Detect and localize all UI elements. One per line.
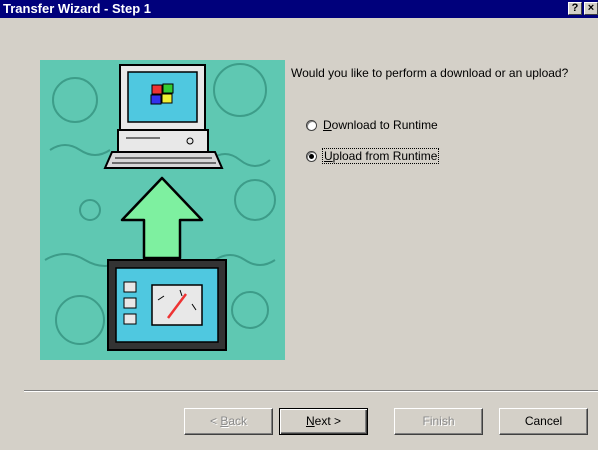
wizard-question: Would you like to perform a download or … [291, 66, 569, 80]
help-icon[interactable]: ? [568, 2, 582, 15]
option-download[interactable]: Download to Runtime [306, 117, 438, 133]
radio-upload[interactable] [306, 150, 317, 162]
cancel-button[interactable]: Cancel [499, 408, 588, 435]
illustration-graphic [44, 63, 276, 351]
back-button[interactable]: < Back [184, 408, 273, 435]
window-title: Transfer Wizard - Step 1 [3, 1, 151, 16]
upload-arrow-icon [120, 176, 204, 260]
wizard-illustration [40, 60, 285, 360]
option-upload[interactable]: Upload from Runtime [306, 148, 440, 164]
radio-download[interactable] [306, 119, 317, 131]
next-button[interactable]: Next > [279, 408, 368, 435]
button-separator [24, 390, 598, 392]
close-glyph: × [587, 2, 595, 14]
title-bar: Transfer Wizard - Step 1 ? × [0, 0, 598, 18]
computer-icon [103, 64, 224, 169]
help-glyph: ? [571, 2, 579, 14]
option-download-label[interactable]: Download to Runtime [323, 118, 438, 132]
close-icon[interactable]: × [584, 2, 598, 15]
option-upload-label[interactable]: Upload from Runtime [321, 148, 440, 164]
runtime-panel-icon [107, 259, 227, 351]
finish-button[interactable]: Finish [394, 408, 483, 435]
